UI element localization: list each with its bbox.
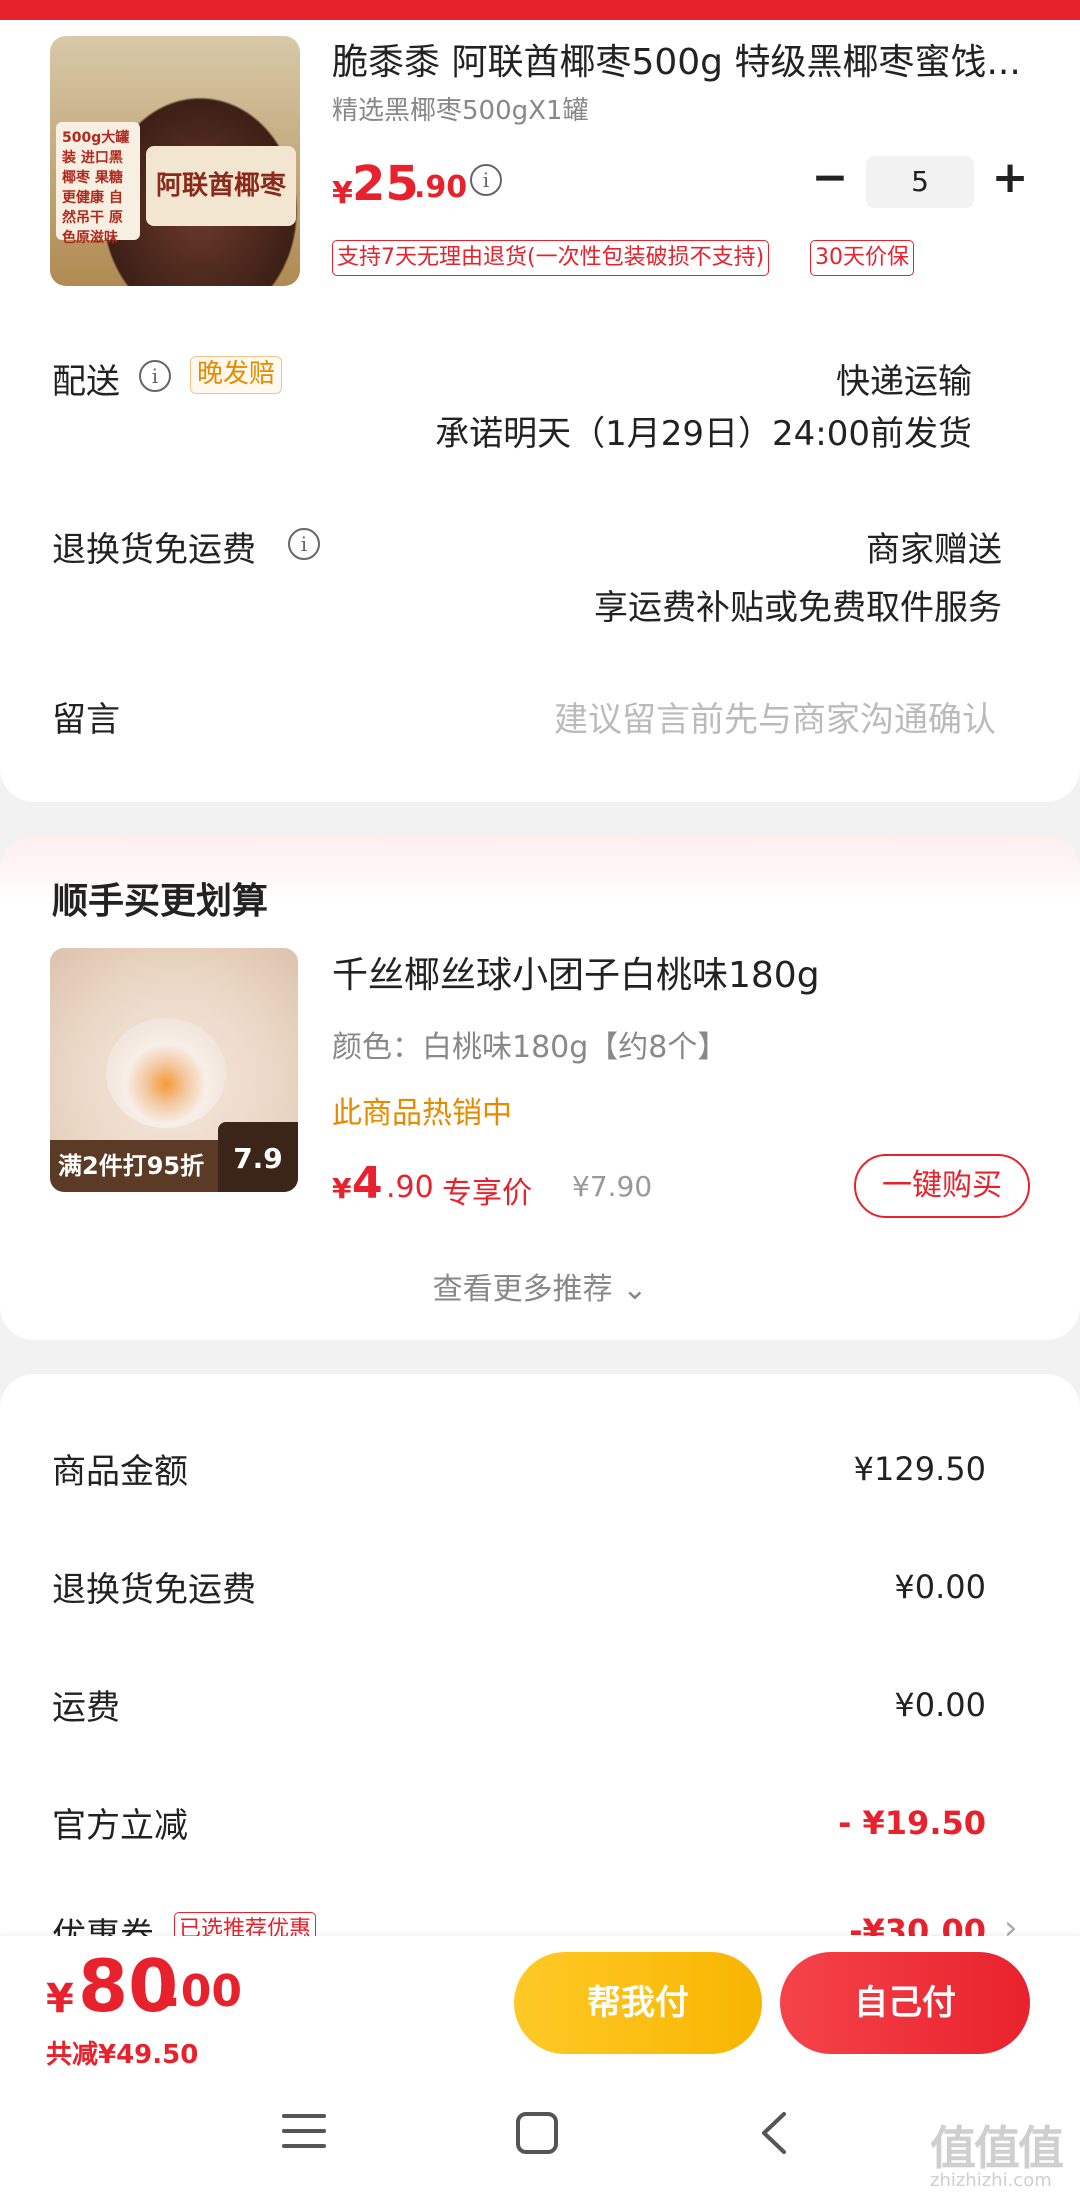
delivery-method: 快递运输 xyxy=(836,362,972,402)
product-image-tag: 500g大罐装 进口黑椰枣 果糖更健康 自然吊干 原色原滋味 xyxy=(56,122,140,246)
recommend-price-decimal: .90 xyxy=(386,1170,434,1205)
price-integer: 25 xyxy=(352,156,419,212)
summary-label-shipping: 运费 xyxy=(52,1688,120,1728)
summary-label-return-shipping: 退换货免运费 xyxy=(52,1570,256,1610)
return-shipping-desc: 享运费补贴或免费取件服务 xyxy=(594,588,1002,628)
delivery-promise: 承诺明天（1月29日）24:00前发货 xyxy=(435,414,972,454)
product-image[interactable]: 500g大罐装 进口黑椰枣 果糖更健康 自然吊干 原色原滋味 阿联酋椰枣 xyxy=(50,36,300,286)
back-icon[interactable] xyxy=(754,2110,794,2156)
quantity-input[interactable]: 5 xyxy=(866,156,974,208)
recent-apps-icon[interactable] xyxy=(282,2114,326,2154)
quantity-minus-button[interactable]: − xyxy=(810,156,850,200)
summary-label-goods-amount: 商品金额 xyxy=(52,1452,188,1492)
recommend-product-image[interactable]: 满2件打95折 7.9 xyxy=(50,948,298,1192)
home-icon[interactable] xyxy=(516,2112,558,2154)
price-currency: ¥ xyxy=(332,176,353,211)
summary-value-shipping: ¥0.00 xyxy=(894,1686,986,1724)
price-protect-tag: 30天价保 xyxy=(810,240,914,276)
product-title[interactable]: 脆黍黍 阿联酋椰枣500g 特级黑椰枣蜜饯... xyxy=(332,38,1032,88)
summary-value-goods-amount: ¥129.50 xyxy=(853,1450,986,1488)
watermark-url: zhizhizhi.com xyxy=(930,2170,1052,2191)
recommend-section-title: 顺手买更划算 xyxy=(52,881,269,922)
return-shipping-info-icon[interactable]: i xyxy=(288,528,320,560)
return-shipping-label: 退换货免运费 xyxy=(52,530,256,570)
total-currency: ¥ xyxy=(46,1976,74,2022)
watermark-logo: 值值值 xyxy=(930,2121,1064,2175)
see-more-recommend-link[interactable]: 查看更多推荐 ⌄ xyxy=(0,1264,1080,1308)
help-me-pay-button[interactable]: 帮我付 xyxy=(514,1952,762,2054)
price-info-icon[interactable]: i xyxy=(470,164,502,196)
return-shipping-value: 商家赠送 xyxy=(866,530,1002,570)
late-compensation-badge: 晚发赔 xyxy=(190,356,283,394)
total-saved[interactable]: 共减¥49.50 xyxy=(46,2034,198,2071)
one-click-buy-button[interactable]: 一键购买 xyxy=(854,1154,1030,1218)
return-policy-tag: 支持7天无理由退货(一次性包装破损不支持) xyxy=(332,240,770,276)
recommend-promo-price: 7.9 xyxy=(218,1122,298,1192)
top-header-strip xyxy=(0,0,1080,20)
delivery-info-icon[interactable]: i xyxy=(139,360,171,392)
pay-myself-button[interactable]: 自己付 xyxy=(780,1952,1030,2054)
summary-value-return-shipping: ¥0.00 xyxy=(894,1568,986,1606)
quantity-plus-button[interactable]: + xyxy=(990,156,1030,200)
recommend-price-integer: 4 xyxy=(352,1158,383,1209)
recommend-original-price: ¥7.90 xyxy=(572,1170,653,1203)
delivery-label: 配送 xyxy=(52,362,120,402)
total-decimal: .00 xyxy=(164,1966,242,2017)
product-spec[interactable]: 精选黑椰枣500gX1罐 xyxy=(332,90,588,127)
recommend-hot-label: 此商品热销中 xyxy=(332,1096,512,1131)
price-decimal: .90 xyxy=(414,170,468,205)
recommend-product-spec[interactable]: 颜色：白桃味180g【约8个】 xyxy=(332,1022,727,1066)
message-label: 留言 xyxy=(52,700,120,740)
summary-value-official-discount: - ¥19.50 xyxy=(838,1804,986,1842)
recommend-price-currency: ¥ xyxy=(332,1172,352,1205)
product-image-label: 阿联酋椰枣 xyxy=(146,146,296,226)
message-input[interactable]: 建议留言前先与商家沟通确认 xyxy=(554,692,996,741)
recommend-product-title[interactable]: 千丝椰丝球小团子白桃味180g xyxy=(332,946,820,998)
recommend-exclusive-label: 专享价 xyxy=(442,1176,532,1211)
coconut-ball-graphic xyxy=(106,1018,226,1128)
summary-label-official-discount: 官方立减 xyxy=(52,1806,188,1846)
